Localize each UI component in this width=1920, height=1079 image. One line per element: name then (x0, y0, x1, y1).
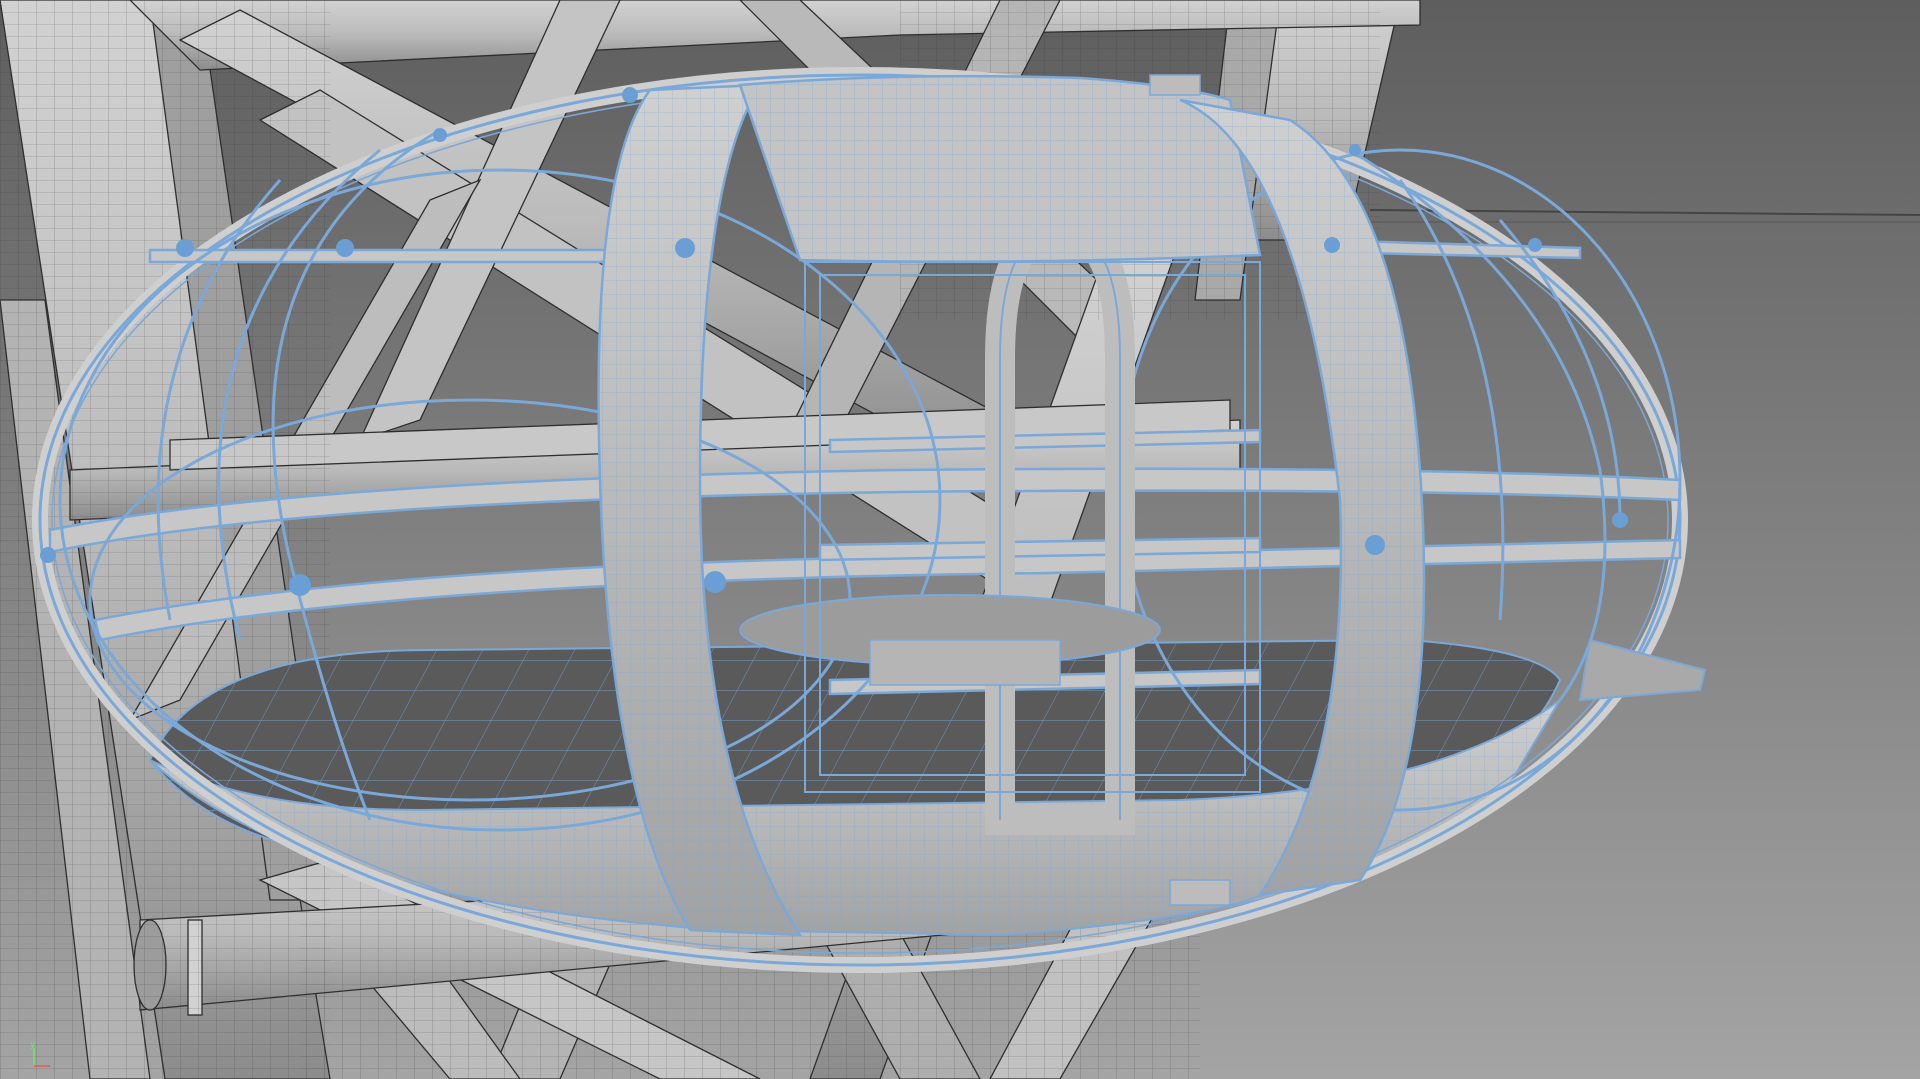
viewport-scene[interactable] (0, 0, 1920, 1079)
axis-y-label: y (30, 1040, 36, 1050)
3d-viewport[interactable]: y (0, 0, 1920, 1079)
